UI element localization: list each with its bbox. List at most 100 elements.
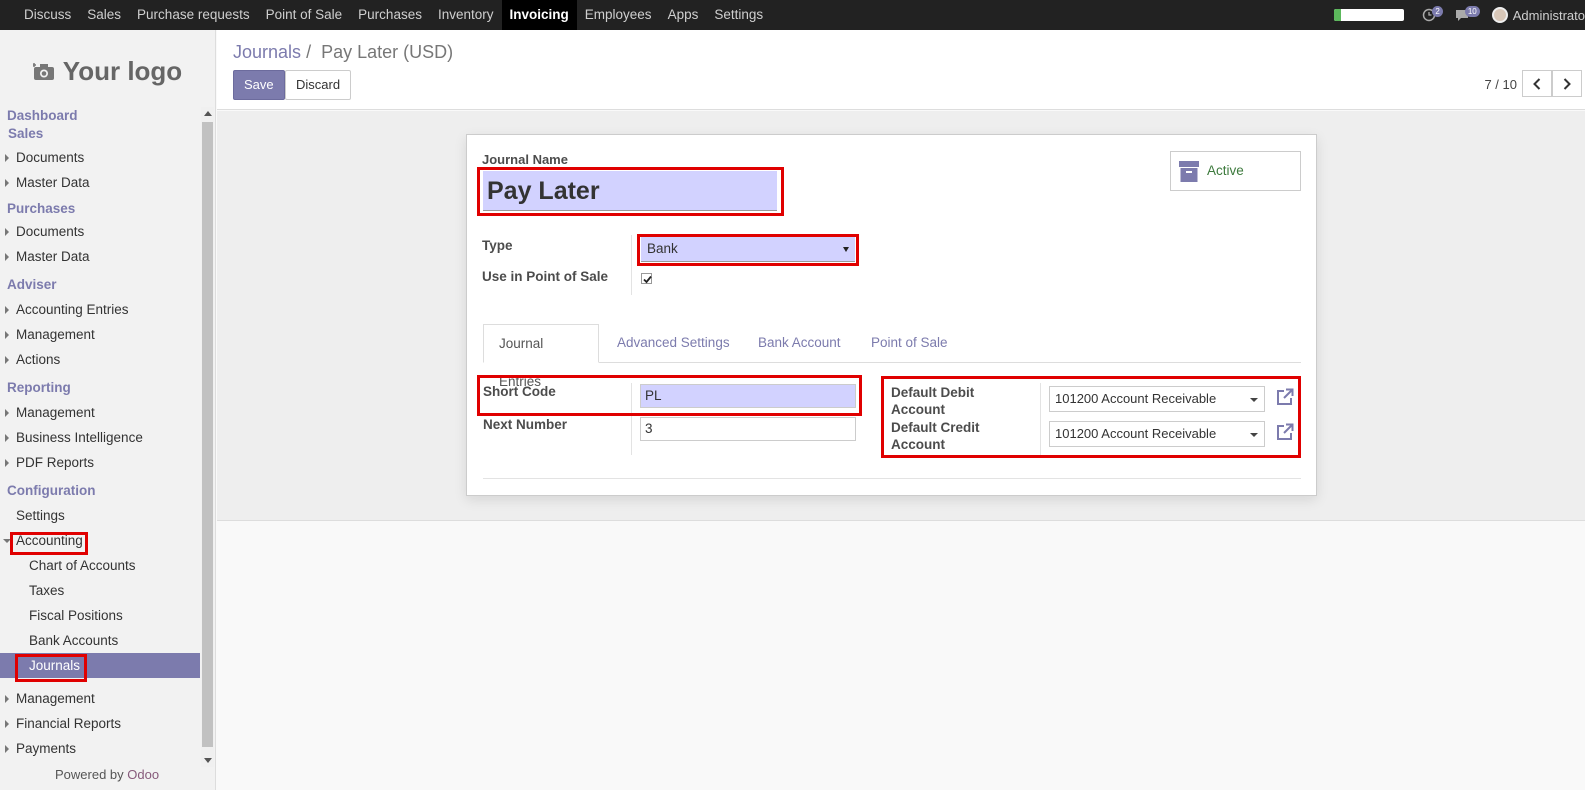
scroll-up-arrow-icon[interactable]	[204, 111, 212, 116]
odoo-link[interactable]: Odoo	[127, 767, 159, 782]
sidebar-item-label: Documents	[16, 224, 85, 239]
sidebar-item-purchases-master-data[interactable]: Master Data	[0, 244, 200, 269]
sidebar-item-financial-reports[interactable]: Financial Reports	[0, 711, 200, 736]
scroll-down-arrow-icon[interactable]	[204, 758, 212, 763]
sidebar-item-reporting-management[interactable]: Management	[0, 400, 200, 425]
pager-previous-button[interactable]	[1522, 70, 1552, 97]
sidebar-item-label: Documents	[16, 150, 85, 165]
chevron-left-icon	[1533, 78, 1541, 90]
active-label: Active	[1207, 163, 1244, 178]
sidebar-item-business-intelligence[interactable]: Business Intelligence	[0, 425, 200, 450]
tab-journal-entries[interactable]: Journal Entries	[483, 324, 599, 389]
sidebar-item-actions[interactable]: Actions	[0, 347, 200, 372]
scrollbar-thumb[interactable]	[202, 122, 213, 747]
powered-by-text: Powered by	[55, 767, 124, 782]
logo-text: Your logo	[62, 56, 183, 86]
sidebar-item-accounting-entries[interactable]: Accounting Entries	[0, 297, 200, 322]
caret-right-icon	[5, 228, 9, 236]
menu-employees[interactable]: Employees	[577, 0, 660, 30]
sidebar-item-fiscal-positions[interactable]: Fiscal Positions	[0, 603, 200, 628]
caret-right-icon	[5, 409, 9, 417]
sidebar-section-configuration[interactable]: Configuration	[0, 475, 200, 503]
sidebar-item-label: Master Data	[16, 249, 90, 264]
sidebar-item-purchases-documents[interactable]: Documents	[0, 219, 200, 244]
caret-right-icon	[5, 154, 9, 162]
sidebar-item-label: Chart of Accounts	[29, 558, 136, 573]
type-label: Type	[482, 238, 513, 253]
highlight-short-code	[477, 375, 862, 416]
sidebar-item-config-management[interactable]: Management	[0, 686, 200, 711]
active-toggle-button[interactable]: Active	[1170, 151, 1301, 191]
sidebar-item-label: Master Data	[16, 175, 90, 190]
sidebar-item-label: Fiscal Positions	[29, 608, 123, 623]
caret-right-icon	[5, 253, 9, 261]
field-divider	[631, 235, 632, 295]
caret-right-icon	[5, 331, 9, 339]
sidebar-section-dashboard[interactable]: Dashboard	[0, 107, 200, 125]
user-menu[interactable]: Administrato	[1491, 7, 1585, 23]
sidebar-section-sales[interactable]: Sales	[0, 125, 200, 143]
next-number-label: Next Number	[483, 417, 568, 432]
activity-count-badge: 2	[1432, 6, 1443, 17]
sidebar-item-label: Management	[16, 691, 95, 706]
messages-notification[interactable]: 10	[1455, 6, 1480, 22]
sidebar-item-label: Accounting Entries	[16, 302, 129, 317]
sidebar-item-payments[interactable]: Payments	[0, 736, 200, 761]
highlight-accounting	[10, 532, 88, 555]
menu-apps[interactable]: Apps	[660, 0, 707, 30]
pager-next-button[interactable]	[1552, 70, 1582, 97]
menu-purchases[interactable]: Purchases	[350, 0, 430, 30]
menu-purchase-requests[interactable]: Purchase requests	[129, 0, 258, 30]
sidebar-item-label: Financial Reports	[16, 716, 122, 731]
sidebar-item-bank-accounts[interactable]: Bank Accounts	[0, 628, 200, 653]
sidebar-section-reporting[interactable]: Reporting	[0, 372, 200, 400]
user-name: Administrato	[1512, 7, 1585, 23]
powered-by: Powered by Odoo	[55, 767, 159, 782]
onboarding-progress-bar[interactable]	[1334, 9, 1405, 21]
use-in-pos-checkbox[interactable]	[641, 273, 652, 284]
menu-settings[interactable]: Settings	[706, 0, 771, 30]
tab-point-of-sale[interactable]: Point of Sale	[856, 324, 963, 363]
journal-name-label: Journal Name	[482, 152, 568, 167]
save-button[interactable]: Save	[233, 70, 285, 100]
caret-right-icon	[5, 356, 9, 364]
sidebar-item-taxes[interactable]: Taxes	[0, 578, 200, 603]
discard-button[interactable]: Discard	[285, 70, 352, 100]
sidebar-item-chart-of-accounts[interactable]: Chart of Accounts	[0, 553, 200, 578]
sidebar-scrollbar[interactable]	[201, 107, 214, 767]
sidebar-item-settings[interactable]: Settings	[0, 503, 200, 528]
sidebar-item-pdf-reports[interactable]: PDF Reports	[0, 450, 200, 475]
tab-advanced-settings[interactable]: Advanced Settings	[602, 324, 745, 363]
caret-right-icon	[5, 306, 9, 314]
menu-discuss[interactable]: Discuss	[16, 0, 79, 30]
sidebar-item-label: Business Intelligence	[16, 430, 143, 445]
top-navbar: Discuss Sales Purchase requests Point of…	[0, 0, 1585, 30]
sidebar-item-label: Management	[16, 405, 95, 420]
sidebar-item-sales-documents[interactable]: Documents	[0, 145, 200, 170]
menu-point-of-sale[interactable]: Point of Sale	[258, 0, 351, 30]
pager-value[interactable]: 7 / 10	[1484, 77, 1517, 92]
sidebar-item-adviser-management[interactable]: Management	[0, 322, 200, 347]
tab-bank-account[interactable]: Bank Account	[743, 324, 856, 363]
sidebar-section-adviser[interactable]: Adviser	[0, 269, 200, 297]
menu-sales[interactable]: Sales	[79, 0, 129, 30]
camera-icon	[32, 62, 54, 80]
sidebar-item-label: Management	[16, 327, 95, 342]
breadcrumb-journals[interactable]: Journals	[233, 42, 301, 62]
highlight-type	[637, 234, 859, 266]
activity-notification[interactable]: 2	[1422, 6, 1443, 22]
menu-invoicing[interactable]: Invoicing	[501, 0, 577, 30]
sidebar-item-sales-master-data[interactable]: Master Data	[0, 170, 200, 195]
breadcrumb-separator: /	[306, 42, 312, 62]
chevron-right-icon	[1563, 78, 1571, 90]
next-number-input[interactable]: 3	[640, 417, 856, 441]
checkmark-icon	[643, 275, 652, 284]
sidebar-item-label: Taxes	[29, 583, 65, 598]
menu-inventory[interactable]: Inventory	[430, 0, 502, 30]
sidebar-item-label: Bank Accounts	[29, 633, 119, 648]
company-logo[interactable]: Your logo	[0, 30, 215, 107]
sidebar-item-label: Settings	[16, 508, 65, 523]
highlight-journals	[15, 654, 87, 682]
use-in-pos-label: Use in Point of Sale	[482, 269, 609, 284]
sidebar-section-purchases[interactable]: Purchases	[0, 195, 200, 219]
